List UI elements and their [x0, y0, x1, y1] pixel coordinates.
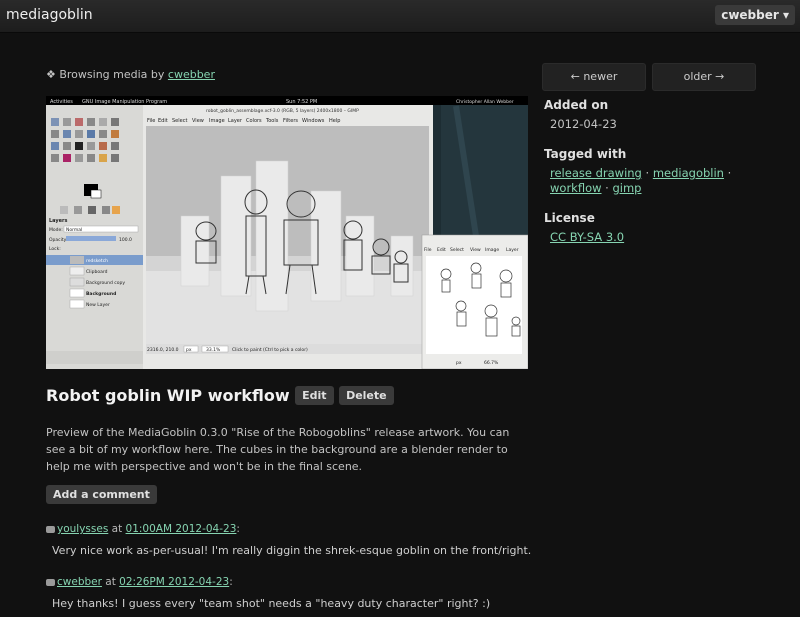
media-title-row: Robot goblin WIP workflow Edit Delete	[46, 386, 394, 410]
comment-at-text: at	[101, 576, 120, 588]
gimp-status-coords: 2316.0, 210.0	[147, 347, 179, 353]
layer-item-4[interactable]: Background	[86, 291, 116, 297]
gimp-menu-item[interactable]: Windows	[302, 118, 325, 124]
uploader-link[interactable]: cwebber	[168, 68, 215, 81]
gimp-menu-item[interactable]: Image	[209, 118, 225, 124]
gimp-menu-item[interactable]: Colors	[246, 118, 262, 124]
screen-time-label: Sun 7:52 PM	[286, 99, 317, 105]
comment-colon: :	[229, 576, 233, 588]
edit-button[interactable]: Edit	[295, 386, 334, 405]
small-menu-item[interactable]: Select	[450, 247, 464, 253]
layer-mode-label: Mode:	[49, 227, 63, 233]
tag-link-release-drawing[interactable]: release drawing	[550, 166, 642, 180]
tag-link-mediagoblin[interactable]: mediagoblin	[653, 166, 724, 180]
gimp-menu-item[interactable]: Edit	[158, 118, 168, 124]
gimp-menu-item[interactable]: File	[147, 118, 155, 124]
tag-separator: ·	[641, 166, 653, 180]
gimp-menu-item[interactable]: Tools	[265, 118, 279, 124]
layer-item-3[interactable]: Background copy	[86, 280, 125, 286]
layer-opacity-value: 100.0	[119, 237, 132, 243]
small-menu-item[interactable]: Edit	[437, 247, 446, 253]
media-title: Robot goblin WIP workflow	[46, 386, 290, 405]
layer-mode-value: Normal	[66, 227, 82, 233]
screen-activities-label: Activities	[50, 99, 73, 105]
tag-list: release drawing · mediagoblin · workflow…	[550, 166, 750, 196]
layer-item-1[interactable]: redsketch	[86, 258, 108, 264]
small-menu-item[interactable]: View	[470, 247, 481, 253]
tag-link-workflow[interactable]: workflow	[550, 181, 602, 195]
layer-opacity-label: Opacity:	[49, 237, 68, 243]
newer-button[interactable]: ← newer	[542, 63, 646, 91]
gimp-status-hint: Click to paint (Ctrl to pick a color)	[232, 347, 308, 353]
screen-user-label: Christopher Allan Webber	[456, 99, 514, 105]
license-heading: License	[544, 211, 595, 225]
gimp-menu-item[interactable]: View	[192, 118, 204, 124]
older-button[interactable]: older →	[652, 63, 756, 91]
gimp-status-zoom[interactable]: 33.1%	[206, 347, 221, 353]
comment-author-link[interactable]: cwebber	[57, 576, 102, 588]
license-link[interactable]: CC BY-SA 3.0	[550, 230, 624, 244]
add-comment-button[interactable]: Add a comment	[46, 485, 157, 504]
small-window-canvas[interactable]	[426, 256, 522, 354]
media-description: Preview of the MediaGoblin 0.3.0 "Rise o…	[46, 426, 510, 473]
added-on-heading: Added on	[544, 98, 609, 112]
layer-item-5[interactable]: New Layer	[86, 302, 110, 308]
gimp-menu-item[interactable]: Help	[329, 118, 340, 124]
tag-link-gimp[interactable]: gimp	[612, 181, 641, 195]
small-status-zoom[interactable]: 66.7%	[484, 360, 499, 366]
comment-meta: youlysses at 01:00AM 2012-04-23:	[46, 523, 240, 535]
gimp-menu-item[interactable]: Select	[172, 118, 187, 124]
comment-text: Very nice work as-per-usual! I'm really …	[52, 544, 532, 557]
comment-text: Hey thanks! I guess every "team shot" ne…	[52, 597, 491, 610]
comment-bubble-icon	[46, 578, 55, 586]
comment-permalink[interactable]: 02:26PM 2012-04-23	[119, 576, 229, 588]
tag-separator: ·	[723, 166, 732, 180]
layers-dock-title: Layers	[49, 218, 68, 224]
gimp-window-title: robot_goblin_assemblage.xcf-3.0 (RGB, 5 …	[206, 108, 359, 114]
gimp-menu-item[interactable]: Layer	[228, 118, 243, 124]
small-menu-item[interactable]: File	[424, 247, 432, 253]
small-status-unit[interactable]: px	[456, 361, 462, 366]
small-menu-item[interactable]: Image	[485, 247, 499, 253]
user-menu-button[interactable]: cwebber ▾	[715, 5, 795, 25]
comment-author-link[interactable]: youlysses	[57, 523, 108, 535]
comment-colon: :	[236, 523, 240, 535]
screen-app-label: GNU Image Manipulation Program	[82, 99, 167, 105]
layer-lock-label: Lock:	[49, 246, 61, 252]
browsing-prefix: ❖ Browsing media by	[46, 68, 168, 81]
top-header-bar: mediagoblin cwebber ▾	[0, 0, 800, 33]
comment-at-text: at	[108, 523, 126, 535]
comment-bubble-icon	[46, 525, 55, 533]
comment-permalink[interactable]: 01:00AM 2012-04-23	[126, 523, 237, 535]
media-image[interactable]: Activities GNU Image Manipulation Progra…	[46, 96, 528, 369]
delete-button[interactable]: Delete	[339, 386, 394, 405]
gimp-status-unit[interactable]: px	[186, 348, 192, 353]
tagged-with-heading: Tagged with	[544, 147, 627, 161]
site-logo[interactable]: mediagoblin	[6, 7, 93, 23]
license-line: CC BY-SA 3.0	[550, 230, 624, 245]
comment-meta: cwebber at 02:26PM 2012-04-23:	[46, 576, 233, 588]
small-menu-item[interactable]: Layer	[506, 247, 519, 253]
browsing-line: ❖ Browsing media by cwebber	[46, 68, 215, 81]
gimp-menu-item[interactable]: Filters	[283, 118, 298, 124]
layer-item-2[interactable]: Clipboard	[86, 269, 108, 275]
added-on-date: 2012-04-23	[550, 117, 617, 131]
tag-separator: ·	[601, 181, 613, 195]
